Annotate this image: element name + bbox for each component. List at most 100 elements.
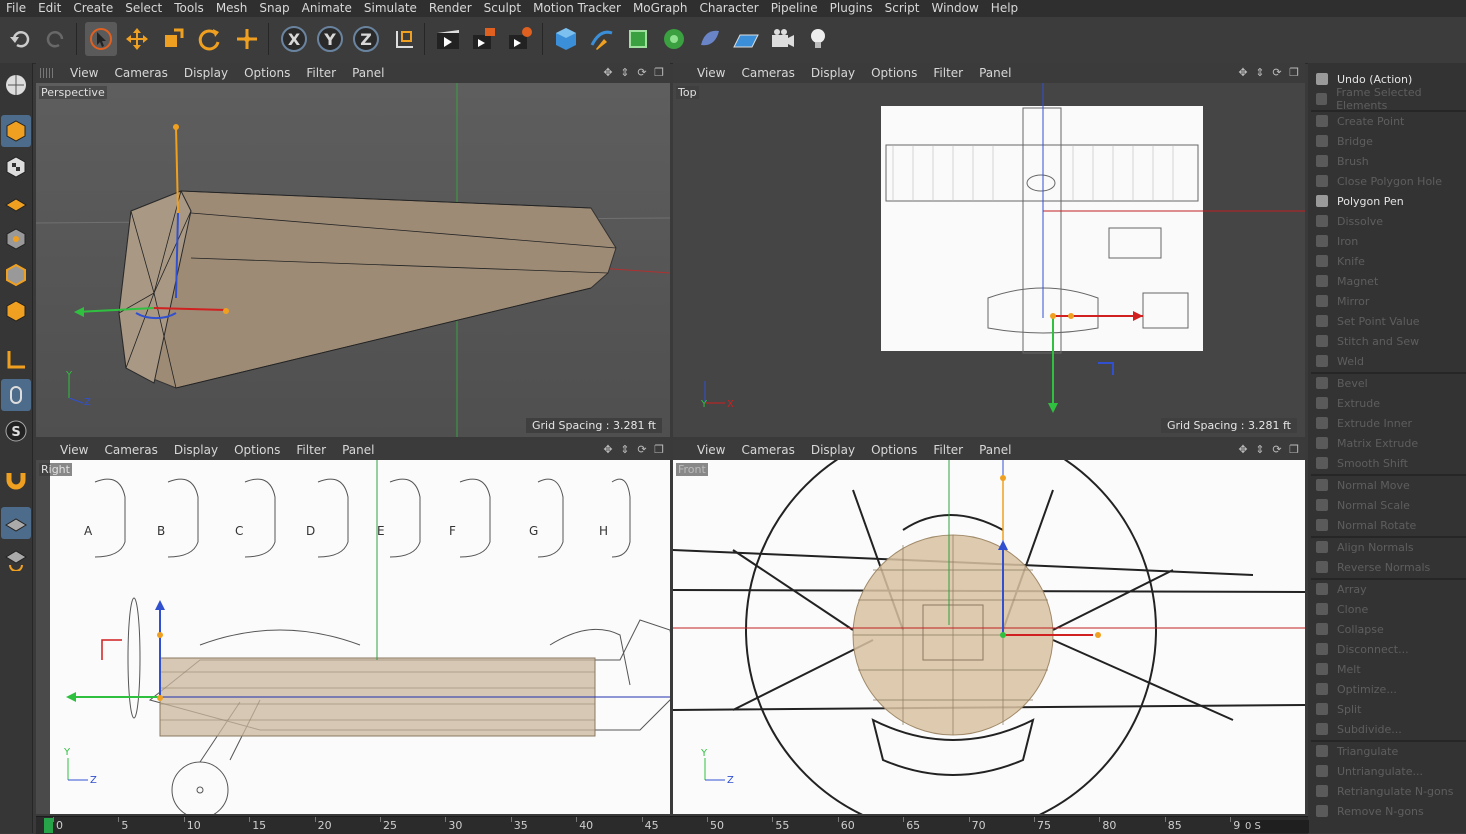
command-create-point[interactable]: Create Point	[1311, 111, 1466, 131]
menu-options[interactable]: Options	[863, 443, 925, 457]
scale-icon[interactable]	[157, 22, 189, 56]
menu-render[interactable]: Render	[423, 0, 478, 17]
command-set-point-value[interactable]: Set Point Value	[1311, 311, 1466, 331]
live-selection-icon[interactable]	[85, 22, 117, 56]
menu-filter[interactable]: Filter	[925, 66, 971, 80]
command-bridge[interactable]: Bridge	[1311, 131, 1466, 151]
menu-edit[interactable]: Edit	[32, 0, 67, 17]
locked-workplane-icon[interactable]	[1, 507, 31, 539]
command-untriangulate[interactable]: Untriangulate...	[1311, 761, 1466, 781]
command-weld[interactable]: Weld	[1311, 351, 1466, 371]
menu-display[interactable]: Display	[176, 66, 236, 80]
menu-cameras[interactable]: Cameras	[106, 66, 175, 80]
menu-tools[interactable]: Tools	[168, 0, 210, 17]
menu-filter[interactable]: Filter	[288, 443, 334, 457]
command-optimize[interactable]: Optimize...	[1311, 679, 1466, 699]
command-retriangulate-n-gons[interactable]: Retriangulate N-gons	[1311, 781, 1466, 801]
tweak-mode-icon[interactable]	[1, 379, 31, 411]
command-normal-move[interactable]: Normal Move	[1311, 475, 1466, 495]
timeline-ruler[interactable]: 051015202530354045505560657075808590	[36, 816, 1308, 834]
command-brush[interactable]: Brush	[1311, 151, 1466, 171]
polygons-mode-icon[interactable]	[1, 295, 31, 327]
make-editable-icon[interactable]	[1, 69, 31, 101]
transform-icon[interactable]	[231, 22, 263, 56]
menu-view[interactable]: View	[62, 66, 106, 80]
menu-options[interactable]: Options	[226, 443, 288, 457]
command-iron[interactable]: Iron	[1311, 231, 1466, 251]
menu-options[interactable]: Options	[236, 66, 298, 80]
render-view-icon[interactable]	[432, 22, 464, 56]
command-frame-selected-elements[interactable]: Frame Selected Elements	[1311, 86, 1466, 112]
menu-help[interactable]: Help	[985, 0, 1024, 17]
command-extrude[interactable]: Extrude	[1311, 393, 1466, 413]
menu-pipeline[interactable]: Pipeline	[765, 0, 824, 17]
command-stitch-and-sew[interactable]: Stitch and Sew	[1311, 331, 1466, 351]
command-matrix-extrude[interactable]: Matrix Extrude	[1311, 433, 1466, 453]
command-extrude-inner[interactable]: Extrude Inner	[1311, 413, 1466, 433]
z-axis-lock-button[interactable]: Z	[350, 22, 382, 56]
workplane-icon[interactable]	[1, 187, 31, 219]
command-reverse-normals[interactable]: Reverse Normals	[1311, 557, 1466, 577]
floor-icon[interactable]	[730, 22, 762, 56]
x-axis-lock-button[interactable]: X	[278, 22, 310, 56]
menu-cameras[interactable]: Cameras	[96, 443, 165, 457]
render-picture-viewer-icon[interactable]	[468, 22, 500, 56]
viewport-right[interactable]: View Cameras Display Options Filter Pane…	[36, 440, 670, 814]
command-magnet[interactable]: Magnet	[1311, 271, 1466, 291]
viewport-nav-controls[interactable]: ✥ ⇕ ⟳ ❐	[601, 443, 666, 456]
cloner-icon[interactable]	[658, 22, 690, 56]
texture-mode-icon[interactable]	[1, 151, 31, 183]
viewport-top[interactable]: View Cameras Display Options Filter Pane…	[673, 63, 1305, 437]
menu-select[interactable]: Select	[119, 0, 168, 17]
edges-mode-icon[interactable]	[1, 259, 31, 291]
menu-filter[interactable]: Filter	[925, 443, 971, 457]
pen-spline-icon[interactable]	[586, 22, 618, 56]
menu-display[interactable]: Display	[166, 443, 226, 457]
magnet-icon[interactable]	[1, 463, 31, 495]
command-polygon-pen[interactable]: Polygon Pen	[1311, 191, 1466, 211]
command-triangulate[interactable]: Triangulate	[1311, 741, 1466, 761]
menu-view[interactable]: View	[52, 443, 96, 457]
menu-snap[interactable]: Snap	[253, 0, 295, 17]
viewport-perspective[interactable]: View Cameras Display Options Filter Pane…	[36, 63, 670, 437]
menu-animate[interactable]: Animate	[296, 0, 358, 17]
menu-view[interactable]: View	[689, 66, 733, 80]
render-settings-icon[interactable]	[504, 22, 536, 56]
menu-plugins[interactable]: Plugins	[824, 0, 879, 17]
current-time-field[interactable]: 0 S	[1240, 820, 1309, 833]
command-mirror[interactable]: Mirror	[1311, 291, 1466, 311]
command-collapse[interactable]: Collapse	[1311, 619, 1466, 639]
viewport-nav-controls[interactable]: ✥ ⇕ ⟳ ❐	[1236, 66, 1301, 79]
viewport-front[interactable]: View Cameras Display Options Filter Pane…	[673, 440, 1305, 814]
model-mode-icon[interactable]	[1, 115, 31, 147]
command-normal-rotate[interactable]: Normal Rotate	[1311, 515, 1466, 535]
menu-motion-tracker[interactable]: Motion Tracker	[527, 0, 627, 17]
menu-mesh[interactable]: Mesh	[210, 0, 254, 17]
light-icon[interactable]	[802, 22, 834, 56]
menu-file[interactable]: File	[0, 0, 32, 17]
command-close-polygon-hole[interactable]: Close Polygon Hole	[1311, 171, 1466, 191]
command-dissolve[interactable]: Dissolve	[1311, 211, 1466, 231]
snap-icon[interactable]: S	[1, 415, 31, 447]
command-melt[interactable]: Melt	[1311, 659, 1466, 679]
menu-sculpt[interactable]: Sculpt	[478, 0, 527, 17]
command-align-normals[interactable]: Align Normals	[1311, 537, 1466, 557]
y-axis-lock-button[interactable]: Y	[314, 22, 346, 56]
menu-filter[interactable]: Filter	[298, 66, 344, 80]
command-normal-scale[interactable]: Normal Scale	[1311, 495, 1466, 515]
rotate-icon[interactable]	[193, 22, 225, 56]
menu-panel[interactable]: Panel	[344, 66, 392, 80]
viewport-nav-controls[interactable]: ✥ ⇕ ⟳ ❐	[601, 66, 666, 79]
menu-window[interactable]: Window	[925, 0, 984, 17]
menu-create[interactable]: Create	[67, 0, 119, 17]
command-array[interactable]: Array	[1311, 579, 1466, 599]
planar-workplane-icon[interactable]	[1, 543, 31, 575]
command-disconnect[interactable]: Disconnect...	[1311, 639, 1466, 659]
command-subdivide[interactable]: Subdivide...	[1311, 719, 1466, 739]
camera-icon[interactable]	[766, 22, 798, 56]
axis-mode-icon[interactable]	[1, 343, 31, 375]
menu-cameras[interactable]: Cameras	[733, 66, 802, 80]
cube-icon[interactable]	[550, 22, 582, 56]
menu-view[interactable]: View	[689, 443, 733, 457]
command-remove-n-gons[interactable]: Remove N-gons	[1311, 801, 1466, 821]
